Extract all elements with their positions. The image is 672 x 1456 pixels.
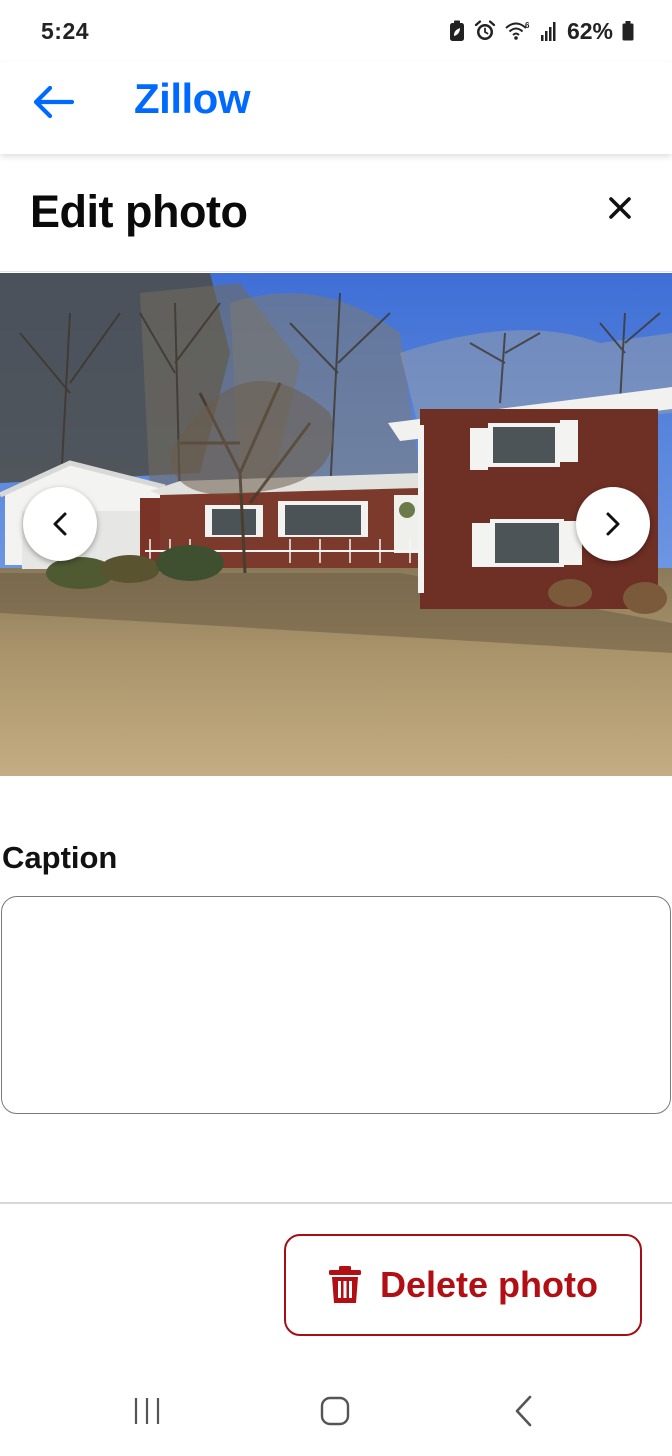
signal-icon [540,20,558,42]
alarm-icon [474,20,496,42]
battery-icon [622,21,634,41]
next-photo-button[interactable] [576,487,650,561]
recents-button[interactable] [117,1388,177,1434]
battery-saver-icon [449,20,465,42]
system-navigation-bar [0,1366,672,1456]
trash-icon [328,1266,361,1303]
edit-photo-header: Edit photo [0,154,672,272]
status-time: 5:24 [41,18,90,44]
battery-percent: 62% [566,17,613,44]
page-title: Edit photo [30,186,248,237]
house-photo [0,273,672,776]
recents-icon [134,1398,160,1424]
back-icon [515,1395,532,1427]
system-back-button[interactable] [494,1388,554,1434]
delete-photo-label: Delete photo [379,1264,598,1305]
status-icons: 6 62% [449,16,634,46]
svg-text:6: 6 [525,21,530,30]
close-button[interactable] [600,188,640,228]
close-icon [609,197,631,219]
app-title: Zillow [134,75,251,122]
back-button[interactable] [28,80,78,124]
delete-photo-button[interactable]: Delete photo [284,1234,642,1336]
wifi-6-icon: 6 [505,20,531,42]
caption-label: Caption [2,840,118,875]
home-icon [320,1396,350,1426]
photo-viewer [0,273,672,776]
footer-divider [0,1202,672,1204]
chevron-left-icon [53,512,67,536]
previous-photo-button[interactable] [23,487,97,561]
caption-input[interactable] [1,896,671,1114]
chevron-right-icon [606,512,620,536]
home-button[interactable] [305,1388,365,1434]
status-bar: 5:24 6 62% [0,0,672,62]
arrow-left-icon [33,85,74,119]
app-bar: Zillow [0,62,672,154]
